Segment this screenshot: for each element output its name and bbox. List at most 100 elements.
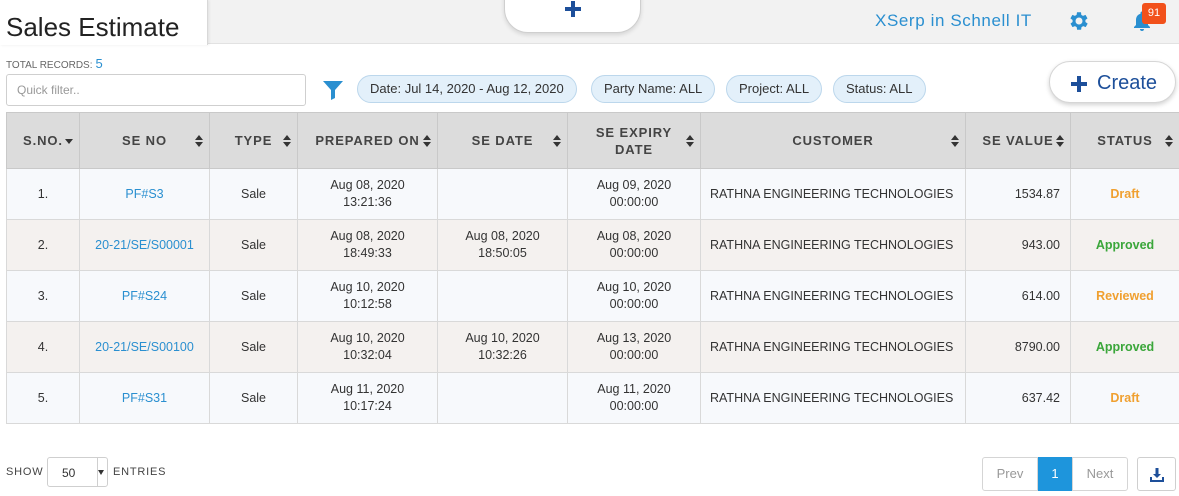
column-header-customer[interactable]: CUSTOMER — [700, 112, 966, 169]
cell-se-date: Aug 10, 2020 10:32:26 — [437, 321, 568, 373]
table-row[interactable]: 2. 20-21/SE/S00001 Sale Aug 08, 2020 18:4… — [6, 219, 1179, 271]
column-header-se-no[interactable]: SE NO — [79, 112, 210, 169]
se-no-link[interactable]: PF#S3 — [79, 168, 210, 220]
sort-icon — [1165, 134, 1173, 147]
table-row[interactable]: 1. PF#S3 Sale Aug 08, 2020 13:21:36 Aug 0… — [6, 168, 1179, 220]
cell-prepared-on: Aug 08, 2020 13:21:36 — [297, 168, 438, 220]
prepared-time: 10:32:04 — [343, 348, 392, 362]
prepared-time: 10:12:58 — [343, 297, 392, 311]
se-no-link[interactable]: 20-21/SE/S00100 — [79, 321, 210, 373]
cell-type: Sale — [209, 321, 298, 373]
gear-icon[interactable] — [1066, 9, 1090, 33]
column-header-status[interactable]: STATUS — [1070, 112, 1179, 169]
se-date: Aug 10, 2020 — [465, 331, 540, 345]
current-page-button[interactable]: 1 — [1038, 457, 1072, 491]
status-badge: Draft — [1070, 168, 1179, 220]
prepared-date: Aug 11, 2020 — [330, 382, 405, 396]
column-header-sno[interactable]: S.NO. — [6, 112, 80, 169]
cell-sno: 1. — [6, 168, 80, 220]
expiry-date: Aug 13, 2020 — [596, 331, 672, 345]
column-header-prepared-on[interactable]: PREPARED ON — [297, 112, 438, 169]
table-row[interactable]: 3. PF#S24 Sale Aug 10, 2020 10:12:58 Aug … — [6, 270, 1179, 322]
column-header-type[interactable]: TYPE — [209, 112, 298, 169]
column-header-se-value[interactable]: SE VALUE — [965, 112, 1071, 169]
cell-customer: RATHNA ENGINEERING TECHNOLOGIES — [700, 219, 966, 271]
cell-prepared-on: Aug 08, 2020 18:49:33 — [297, 219, 438, 271]
column-label: S.NO. — [23, 133, 63, 148]
cell-prepared-on: Aug 11, 2020 10:17:24 — [297, 372, 438, 424]
cell-customer: RATHNA ENGINEERING TECHNOLOGIES — [700, 270, 966, 322]
cell-expiry-date: Aug 08, 2020 00:00:00 — [567, 219, 701, 271]
se-no-link[interactable]: PF#S31 — [79, 372, 210, 424]
column-header-se-expiry-date[interactable]: SE EXPIRY DATE — [567, 112, 701, 169]
expiry-time: 00:00:00 — [609, 246, 659, 260]
cell-prepared-on: Aug 10, 2020 10:12:58 — [297, 270, 438, 322]
prepared-date: Aug 10, 2020 — [330, 280, 405, 294]
company-name[interactable]: XSerp in Schnell IT — [875, 11, 1032, 31]
cell-type: Sale — [209, 168, 298, 220]
column-label: SE NO — [122, 133, 167, 148]
column-label: PREPARED ON — [315, 133, 420, 148]
download-button[interactable] — [1137, 457, 1176, 491]
create-button[interactable]: Create — [1049, 61, 1176, 103]
cell-expiry-date: Aug 09, 2020 00:00:00 — [567, 168, 701, 220]
cell-expiry-date: Aug 10, 2020 00:00:00 — [567, 270, 701, 322]
prev-page-button[interactable]: Prev — [982, 457, 1038, 491]
sort-icon — [195, 134, 203, 147]
se-no-link[interactable]: PF#S24 — [79, 270, 210, 322]
prepared-date: Aug 08, 2020 — [330, 229, 405, 243]
plus-icon — [1071, 76, 1087, 92]
chip-value: ALL — [785, 81, 810, 96]
cell-sno: 3. — [6, 270, 80, 322]
create-label: Create — [1097, 72, 1158, 94]
total-records-count: 5 — [95, 56, 103, 71]
cell-se-date — [437, 372, 568, 424]
plus-icon — [565, 1, 581, 17]
page-title-tab: Sales Estimate — [0, 0, 208, 45]
sort-desc-icon — [65, 138, 73, 144]
cell-se-date: Aug 08, 2020 18:50:05 — [437, 219, 568, 271]
column-label: CUSTOMER — [792, 133, 874, 148]
expiry-date: Aug 11, 2020 — [597, 382, 671, 396]
cell-se-value: 8790.00 — [965, 321, 1071, 373]
table-row[interactable]: 4. 20-21/SE/S00100 Sale Aug 10, 2020 10:3… — [6, 321, 1179, 373]
quick-add-button[interactable] — [504, 0, 641, 33]
expiry-date: Aug 10, 2020 — [596, 280, 672, 294]
cell-expiry-date: Aug 13, 2020 00:00:00 — [567, 321, 701, 373]
project-filter-chip[interactable]: Project: ALL — [726, 75, 823, 103]
column-label: STATUS — [1097, 133, 1153, 148]
cell-expiry-date: Aug 11, 2020 00:00:00 — [567, 372, 701, 424]
prepared-time: 18:49:33 — [343, 246, 392, 260]
expiry-time: 00:00:00 — [609, 348, 659, 362]
quick-filter-input[interactable] — [6, 74, 306, 106]
party-filter-chip[interactable]: Party Name: ALL — [591, 75, 716, 103]
filter-icon[interactable] — [322, 79, 344, 101]
cell-type: Sale — [209, 219, 298, 271]
status-filter-chip[interactable]: Status: ALL — [833, 75, 926, 103]
cell-se-date — [437, 168, 568, 220]
status-badge: Approved — [1070, 321, 1179, 373]
chevron-down-icon — [98, 470, 104, 475]
table-row[interactable]: 5. PF#S31 Sale Aug 11, 2020 10:17:24 Aug … — [6, 372, 1179, 424]
sort-icon — [951, 134, 959, 147]
chip-value: ALL — [679, 81, 703, 96]
cell-se-value: 943.00 — [965, 219, 1071, 271]
prepared-date: Aug 08, 2020 — [330, 178, 405, 192]
chip-label: Party Name: — [604, 81, 677, 96]
sort-icon — [423, 134, 431, 147]
column-header-se-date[interactable]: SE DATE — [437, 112, 568, 169]
prepared-date: Aug 10, 2020 — [330, 331, 405, 345]
next-page-button[interactable]: Next — [1072, 457, 1128, 491]
pagination: Prev 1 Next — [982, 457, 1128, 491]
chip-value: Jul 14, 2020 - Aug 12, 2020 — [404, 81, 564, 96]
prepared-time: 10:17:24 — [343, 399, 392, 413]
page-size-select[interactable]: 50 — [47, 457, 108, 487]
cell-type: Sale — [209, 270, 298, 322]
notification-badge[interactable]: 91 — [1142, 3, 1166, 24]
se-no-link[interactable]: 20-21/SE/S00001 — [79, 219, 210, 271]
expiry-time: 00:00:00 — [609, 195, 659, 209]
chip-label: Status: — [846, 81, 887, 96]
se-date: Aug 08, 2020 — [465, 229, 540, 243]
date-filter-chip[interactable]: Date: Jul 14, 2020 - Aug 12, 2020 — [357, 75, 577, 103]
status-badge: Approved — [1070, 219, 1179, 271]
